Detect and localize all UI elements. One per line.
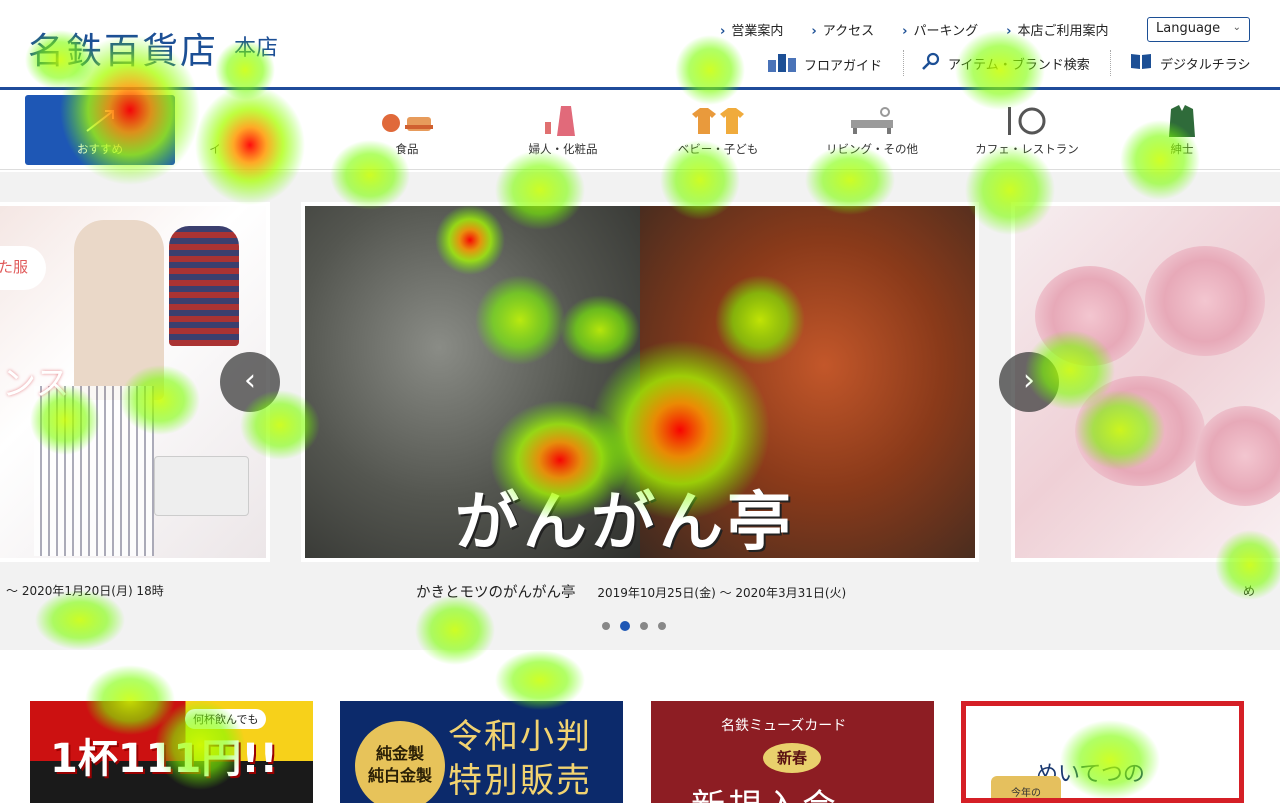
item-brand-search-link[interactable]: アイテム・ブランド検索: [922, 52, 1090, 75]
carousel-dot[interactable]: [602, 622, 610, 630]
rose-image: [1075, 376, 1205, 486]
link-access[interactable]: アクセス: [811, 20, 874, 39]
slide-dates: 〜 2020年1月20日(月) 18時: [6, 584, 164, 598]
banner-headline: 新規入会: [691, 779, 839, 803]
living-icon: [807, 101, 937, 141]
category-cafe-restaurant[interactable]: カフェ・レストラン: [962, 95, 1092, 165]
category-label: 婦人・化粧品: [528, 142, 598, 156]
divider: [1110, 50, 1111, 76]
slide-title: かきとモツのがんがん亭: [416, 585, 576, 601]
banner-reiwa-koban[interactable]: 純金製 純白金製 令和小判 特別販売: [340, 701, 623, 803]
site-logo[interactable]: 名鉄百貨店: [28, 22, 218, 74]
carousel-dots: [602, 621, 666, 631]
slide-caption: 〜 2020年1月20日(月) 18時: [6, 582, 164, 599]
category-label: リビング・その他: [826, 142, 918, 156]
banner-line: 令和小判: [448, 717, 592, 757]
slide-badge: た服: [0, 246, 46, 290]
banner-headline: 1杯111円!!: [50, 736, 278, 782]
carousel-dot-active[interactable]: [620, 621, 630, 631]
banner-circle-line: 純金製: [375, 744, 424, 763]
building-icon: [768, 52, 796, 77]
category-label: ベビー・子ども: [677, 142, 759, 156]
digital-flyer-label: デジタルチラシ: [1160, 58, 1251, 73]
banner-circle: 純金製 純白金製: [355, 721, 445, 803]
book-icon: [1130, 52, 1152, 75]
carousel-dot[interactable]: [640, 622, 648, 630]
site-header: 名鉄百貨店 本店 営業案内 アクセス パーキング 本店ご利用案内 Languag…: [0, 0, 1280, 90]
language-select[interactable]: Language ⌄: [1147, 17, 1250, 42]
banner-111yen[interactable]: 何杯飲んでも 1杯111円!!: [30, 701, 313, 803]
banner-badge: 新春: [763, 743, 821, 773]
category-label: 紳士: [1170, 142, 1194, 156]
floor-guide-link[interactable]: フロアガイド: [768, 52, 882, 77]
banner-title: 名鉄ミューズカード: [721, 718, 847, 734]
floor-guide-label: フロアガイド: [804, 59, 883, 74]
category-menswear[interactable]: 紳士: [1117, 95, 1247, 165]
category-event[interactable]: イ: [150, 95, 280, 165]
rose-image: [1195, 406, 1280, 506]
divider: [903, 50, 904, 76]
search-icon: [922, 52, 940, 75]
food-icon: [342, 101, 472, 141]
slide-caption: め: [1243, 582, 1255, 599]
category-nav: おすすめ イ 食品 婦人・化粧品 ベビー・子ども リビング・その他 カフェ・レス…: [0, 92, 1280, 170]
slide-caption[interactable]: かきとモツのがんがん亭 2019年10月25日(金) 〜 2020年3月31日(…: [416, 581, 846, 602]
baby-kids-icon: [653, 101, 783, 141]
banner-muse-card[interactable]: 名鉄ミューズカード 新春 新規入会: [651, 701, 934, 803]
language-label: Language: [1156, 21, 1221, 36]
coat-image: [34, 386, 154, 556]
slide-heading: ンス: [2, 364, 70, 404]
category-label: 食品: [395, 142, 419, 156]
slide-title: め: [1243, 584, 1256, 598]
carousel-dot[interactable]: [658, 622, 666, 630]
rose-image: [1145, 246, 1265, 356]
coat-image: [74, 220, 164, 400]
menswear-icon: [1117, 101, 1247, 141]
banner-headline: 令和小判 特別販売: [448, 715, 592, 803]
digital-flyer-link[interactable]: デジタルチラシ: [1130, 52, 1250, 75]
event-icon: [150, 101, 280, 141]
banner-new-year[interactable]: めいてつの 今年の: [961, 701, 1244, 803]
link-parking[interactable]: パーキング: [902, 20, 978, 39]
category-label: イ: [209, 142, 221, 156]
banner-tag: 今年の: [991, 776, 1061, 798]
carousel-next-button[interactable]: ›: [999, 352, 1059, 412]
banner-line: 特別販売: [448, 761, 592, 801]
bag-image: [154, 456, 249, 516]
category-food[interactable]: 食品: [342, 95, 472, 165]
link-business-hours[interactable]: 営業案内: [720, 20, 783, 39]
chevron-down-icon: ⌄: [1232, 22, 1241, 33]
link-store-guide[interactable]: 本店ご利用案内: [1006, 20, 1108, 39]
coat-image: [169, 226, 239, 346]
category-baby-kids[interactable]: ベビー・子ども: [653, 95, 783, 165]
category-women-cosmetics[interactable]: 婦人・化粧品: [498, 95, 628, 165]
category-label: カフェ・レストラン: [975, 142, 1079, 156]
banner-circle-line: 純白金製: [367, 766, 432, 785]
store-name: 本店: [234, 36, 279, 61]
carousel-prev-button[interactable]: ‹: [220, 352, 280, 412]
top-links: 営業案内 アクセス パーキング 本店ご利用案内: [720, 20, 1108, 39]
slide-dates: 2019年10月25日(金) 〜 2020年3月31日(火): [597, 586, 847, 600]
slide-overlay-title: がんがん亭: [455, 486, 795, 560]
rose-image: [1035, 266, 1145, 366]
women-cosmetics-icon: [498, 101, 628, 141]
cafe-restaurant-icon: [962, 101, 1092, 141]
slide-gangantei[interactable]: がんがん亭: [301, 202, 979, 562]
item-brand-search-label: アイテム・ブランド検索: [948, 58, 1090, 73]
hero-carousel: た服 ンス がんがん亭 ‹ › 〜 2020年1月20日(月) 18時 かきとモ…: [0, 172, 1280, 650]
category-living[interactable]: リビング・その他: [807, 95, 937, 165]
